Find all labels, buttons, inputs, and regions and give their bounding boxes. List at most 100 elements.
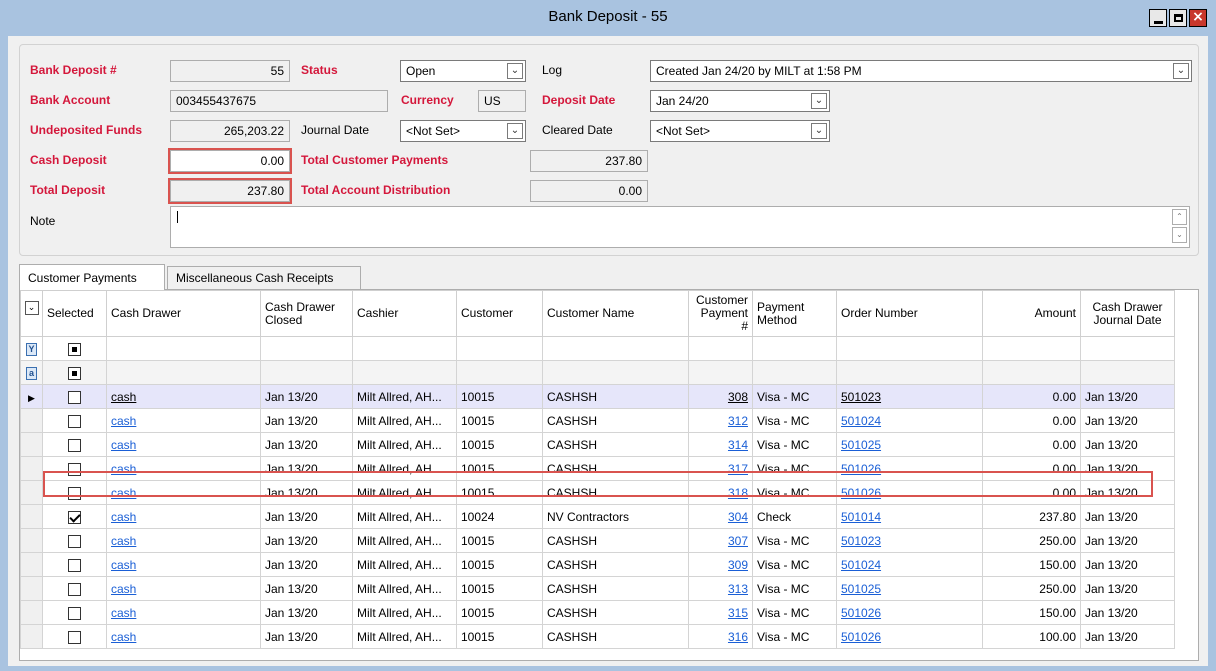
filter-cell[interactable] (1080, 336, 1175, 361)
tab-miscellaneous-cash-receipts[interactable]: Miscellaneous Cash Receipts (167, 266, 361, 290)
log-select[interactable]: Created Jan 24/20 by MILT at 1:58 PM ⌄ (650, 60, 1192, 82)
filter-icon[interactable]: Y (26, 343, 37, 356)
table-row[interactable]: cash Jan 13/20 Milt Allred, AH... 10015 CASH… (20, 408, 1175, 433)
col-header-order-number[interactable]: Order Number (836, 290, 983, 337)
new-row-cell[interactable] (456, 360, 543, 385)
row-select-checkbox[interactable] (68, 630, 81, 644)
filter-cell[interactable] (752, 336, 837, 361)
table-row[interactable]: cash Jan 13/20 Milt Allred, AH... 10015 CASH… (20, 432, 1175, 457)
close-button[interactable]: × (1189, 9, 1207, 27)
scroll-down-icon[interactable]: ⌄ (1172, 227, 1187, 243)
journal-date-picker[interactable]: <Not Set> ⌄ (400, 120, 526, 142)
customer-payment-number-link[interactable]: 314 (728, 438, 748, 452)
table-row[interactable]: cash Jan 13/20 Milt Allred, AH... 10015 CASH… (20, 528, 1175, 553)
row-select-cell[interactable] (42, 528, 107, 553)
chevron-down-icon[interactable]: ⌄ (507, 123, 523, 139)
table-row[interactable]: cash Jan 13/20 Milt Allred, AH... 10015 CASH… (20, 552, 1175, 577)
customer-payment-number-link[interactable]: 316 (728, 630, 748, 644)
col-header-customer-payment-number[interactable]: Customer Payment # (688, 290, 753, 337)
filter-checkbox[interactable] (68, 342, 81, 356)
col-header-cash-drawer-journal-date[interactable]: Cash Drawer Journal Date (1080, 290, 1175, 337)
order-number-link[interactable]: 501025 (841, 438, 881, 452)
new-row-selected-cell[interactable] (42, 360, 107, 385)
title-bar[interactable]: Bank Deposit - 55 × (0, 0, 1216, 36)
row-select-checkbox[interactable] (68, 510, 81, 524)
col-header-selected[interactable]: Selected (42, 290, 107, 337)
status-select[interactable]: Open ⌄ (400, 60, 526, 82)
new-row-cell[interactable] (542, 360, 689, 385)
cash-drawer-link[interactable]: cash (111, 606, 136, 620)
note-scrollbar[interactable]: ⌃ ⌄ (1172, 209, 1187, 245)
order-number-link[interactable]: 501014 (841, 510, 881, 524)
customer-payment-number-link[interactable]: 313 (728, 582, 748, 596)
add-row-icon[interactable]: a (26, 367, 37, 380)
row-select-cell[interactable] (42, 504, 107, 529)
new-row-checkbox[interactable] (68, 366, 81, 380)
row-select-cell[interactable] (42, 576, 107, 601)
table-row[interactable]: cash Jan 13/20 Milt Allred, AH... 10015 CASH… (20, 576, 1175, 601)
table-row[interactable]: cash Jan 13/20 Milt Allred, AH... 10015 CASH… (20, 600, 1175, 625)
customer-payment-number-link[interactable]: 304 (728, 510, 748, 524)
chevron-down-icon[interactable]: ⌄ (811, 123, 827, 139)
filter-cell[interactable] (260, 336, 353, 361)
new-row-cell[interactable] (688, 360, 753, 385)
deposit-date-picker[interactable]: Jan 24/20 ⌄ (650, 90, 830, 112)
filter-cell[interactable] (836, 336, 983, 361)
table-row[interactable]: ▶ cash Jan 13/20 Milt Allred, AH... 10015 CAS… (20, 384, 1175, 409)
chevron-down-icon[interactable]: ⌄ (811, 93, 827, 109)
customer-payment-number-link[interactable]: 307 (728, 534, 748, 548)
cash-drawer-link[interactable]: cash (111, 558, 136, 572)
cash-drawer-link[interactable]: cash (111, 510, 136, 524)
new-row-cell[interactable] (752, 360, 837, 385)
tab-customer-payments[interactable]: Customer Payments (19, 264, 165, 290)
chevron-down-icon[interactable]: ⌄ (24, 301, 39, 315)
customer-payment-number-link[interactable]: 312 (728, 414, 748, 428)
cash-drawer-link[interactable]: cash (111, 390, 136, 404)
table-row[interactable]: cash Jan 13/20 Milt Allred, AH... 10015 CASH… (20, 624, 1175, 649)
row-select-cell[interactable] (42, 432, 107, 457)
row-select-cell[interactable] (42, 408, 107, 433)
cash-drawer-link[interactable]: cash (111, 534, 136, 548)
column-chooser[interactable]: ⌄ (20, 290, 43, 337)
cash-drawer-link[interactable]: cash (111, 630, 136, 644)
row-select-checkbox[interactable] (68, 534, 81, 548)
scroll-up-icon[interactable]: ⌃ (1172, 209, 1187, 225)
row-select-checkbox[interactable] (68, 438, 81, 452)
row-select-cell[interactable] (42, 624, 107, 649)
row-select-checkbox[interactable] (68, 558, 81, 572)
row-select-cell[interactable] (42, 384, 107, 409)
cash-drawer-link[interactable]: cash (111, 438, 136, 452)
col-header-amount[interactable]: Amount (982, 290, 1081, 337)
row-select-checkbox[interactable] (68, 390, 81, 404)
new-row-cell[interactable] (106, 360, 261, 385)
filter-cell[interactable] (352, 336, 457, 361)
col-header-cash-drawer[interactable]: Cash Drawer (106, 290, 261, 337)
row-select-checkbox[interactable] (68, 582, 81, 596)
customer-payment-number-link[interactable]: 309 (728, 558, 748, 572)
col-header-customer[interactable]: Customer (456, 290, 543, 337)
new-row-cell[interactable] (260, 360, 353, 385)
filter-selected-cell[interactable] (42, 336, 107, 361)
row-select-cell[interactable] (42, 552, 107, 577)
new-row-cell[interactable] (982, 360, 1081, 385)
new-row-cell[interactable] (1080, 360, 1175, 385)
cash-drawer-link[interactable]: cash (111, 414, 136, 428)
cash-drawer-link[interactable]: cash (111, 582, 136, 596)
col-header-cash-drawer-closed[interactable]: Cash Drawer Closed (260, 290, 353, 337)
new-row-cell[interactable] (352, 360, 457, 385)
order-number-link[interactable]: 501024 (841, 558, 881, 572)
filter-cell[interactable] (688, 336, 753, 361)
row-select-checkbox[interactable] (68, 414, 81, 428)
order-number-link[interactable]: 501026 (841, 606, 881, 620)
note-textarea[interactable]: ⌃ ⌄ (170, 206, 1190, 248)
order-number-link[interactable]: 501024 (841, 414, 881, 428)
chevron-down-icon[interactable]: ⌄ (1173, 63, 1189, 79)
new-row-cell[interactable] (836, 360, 983, 385)
row-select-cell[interactable] (42, 600, 107, 625)
order-number-link[interactable]: 501025 (841, 582, 881, 596)
cleared-date-picker[interactable]: <Not Set> ⌄ (650, 120, 830, 142)
customer-payment-number-link[interactable]: 315 (728, 606, 748, 620)
filter-cell[interactable] (542, 336, 689, 361)
chevron-down-icon[interactable]: ⌄ (507, 63, 523, 79)
filter-cell[interactable] (106, 336, 261, 361)
